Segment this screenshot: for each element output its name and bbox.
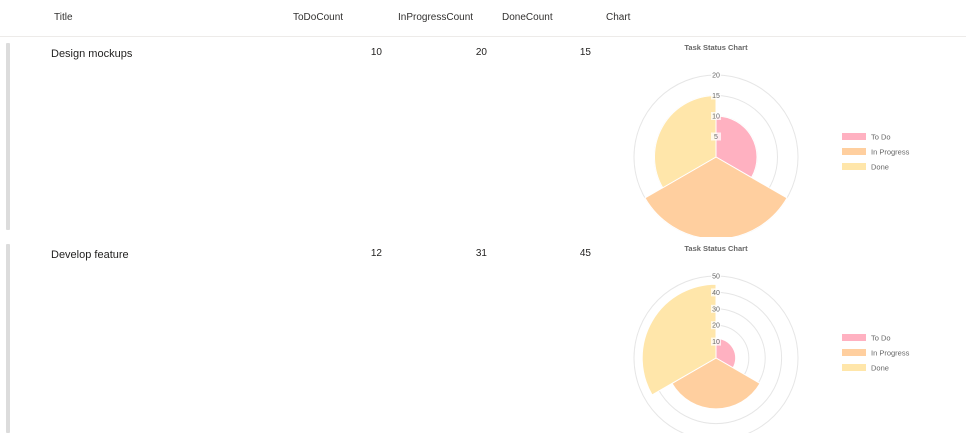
- legend-label-done: Done: [871, 163, 889, 172]
- column-header-chart[interactable]: Chart: [606, 12, 630, 23]
- table-row[interactable]: Develop feature 12 31 45 Task Status Cha…: [0, 238, 966, 433]
- row-inprogress-count: 20: [475, 47, 487, 58]
- tick-label: 5: [714, 134, 718, 141]
- tick-label: 10: [712, 114, 720, 121]
- column-header-todo-count[interactable]: ToDoCount: [293, 12, 343, 23]
- chart-title: Task Status Chart: [684, 244, 748, 253]
- tick-label: 10: [712, 339, 720, 346]
- task-status-chart: Task Status Chart 10 20 30 40 50 To Do In Progr…: [633, 244, 910, 433]
- tick-label: 30: [712, 306, 720, 313]
- task-grid: Title ToDoCount InProgressCount DoneCoun…: [0, 0, 966, 433]
- chart-title: Task Status Chart: [684, 43, 748, 52]
- row-title: Design mockups: [51, 48, 133, 60]
- tick-label: 20: [712, 73, 720, 80]
- legend-label-to-do: To Do: [871, 334, 891, 343]
- legend-swatch-to-do: [842, 334, 866, 341]
- row-selection-bar: [6, 244, 10, 433]
- grid-header: Title ToDoCount InProgressCount DoneCoun…: [0, 0, 966, 37]
- row-todo-count: 10: [370, 47, 382, 58]
- task-status-chart: Task Status Chart 5 10 15 20 To Do In Progress…: [633, 43, 910, 237]
- tick-label: 50: [712, 274, 720, 281]
- row-title: Develop feature: [51, 249, 129, 261]
- legend-label-done: Done: [871, 364, 889, 373]
- legend-label-in-progress: In Progress: [871, 349, 910, 358]
- row-done-count: 15: [579, 47, 591, 58]
- column-header-title[interactable]: Title: [54, 12, 73, 23]
- legend-swatch-to-do: [842, 133, 866, 140]
- column-header-done-count[interactable]: DoneCount: [502, 12, 553, 23]
- legend-swatch-done: [842, 364, 866, 371]
- table-row[interactable]: Design mockups 10 20 15 Task Status Char…: [0, 37, 966, 237]
- tick-label: 40: [712, 290, 720, 297]
- row-inprogress-count: 31: [475, 248, 487, 259]
- row-todo-count: 12: [370, 248, 382, 259]
- tick-label: 20: [712, 323, 720, 330]
- legend-label-to-do: To Do: [871, 133, 891, 142]
- tick-label: 15: [712, 93, 720, 100]
- legend-swatch-done: [842, 163, 866, 170]
- column-header-inprogress-count[interactable]: InProgressCount: [398, 12, 473, 23]
- legend-swatch-in-progress: [842, 349, 866, 356]
- row-done-count: 45: [579, 248, 591, 259]
- legend-swatch-in-progress: [842, 148, 866, 155]
- legend-label-in-progress: In Progress: [871, 148, 910, 157]
- row-selection-bar: [6, 43, 10, 230]
